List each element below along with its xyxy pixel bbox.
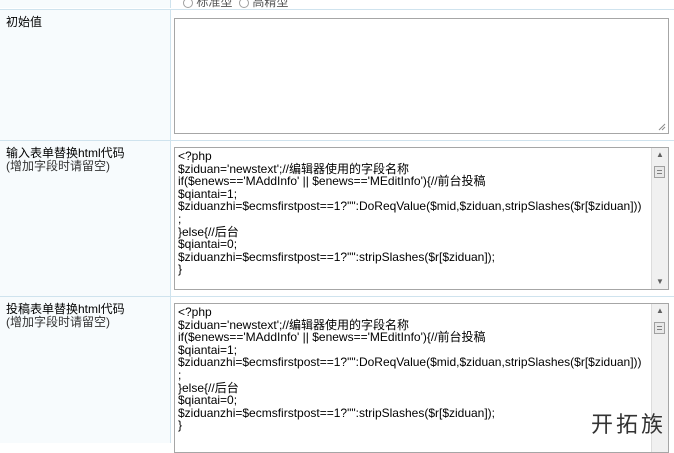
row-label-cell bbox=[0, 0, 171, 8]
row-input-form-html: 输入表单替换html代码 (增加字段时请留空) <?php $ziduan='n… bbox=[0, 140, 674, 296]
input-form-html-code: <?php $ziduan='newstext';//编辑器使用的字段名称 if… bbox=[178, 149, 642, 277]
scroll-up-icon[interactable]: ▲ bbox=[654, 306, 666, 316]
hint-submit-form-html: (增加字段时请留空) bbox=[6, 315, 110, 329]
resize-grip-icon[interactable] bbox=[658, 123, 666, 131]
radio-standard-label: 标准型 bbox=[196, 0, 233, 8]
scroll-thumb[interactable] bbox=[654, 322, 665, 334]
value-cell-input-form-html: <?php $ziduan='newstext';//编辑器使用的字段名称 if… bbox=[171, 141, 674, 296]
submit-form-html-code: <?php $ziduan='newstext';//编辑器使用的字段名称 if… bbox=[178, 305, 642, 433]
type-options: 标准型 高精型 bbox=[183, 0, 288, 8]
row-submit-form-html: 投稿表单替换html代码 (增加字段时请留空) <?php $ziduan='n… bbox=[0, 296, 674, 453]
scroll-down-icon[interactable]: ▼ bbox=[654, 277, 666, 287]
scroll-up-icon[interactable]: ▲ bbox=[654, 150, 666, 160]
row-type-options: 标准型 高精型 bbox=[0, 0, 674, 8]
radio-standard[interactable] bbox=[183, 0, 193, 8]
label-cell-input-form-html: 输入表单替换html代码 (增加字段时请留空) bbox=[0, 141, 171, 296]
label-cell-submit-form-html: 投稿表单替换html代码 (增加字段时请留空) bbox=[0, 297, 171, 443]
hint-input-form-html: (增加字段时请留空) bbox=[6, 159, 110, 173]
input-form-html-textarea[interactable]: <?php $ziduan='newstext';//编辑器使用的字段名称 if… bbox=[174, 147, 669, 290]
vertical-scrollbar[interactable]: ▲ ▼ bbox=[651, 148, 668, 289]
form-table: 标准型 高精型 初始值 输入表单替换html代码 (增加字段时请留空) <?ph… bbox=[0, 0, 674, 453]
initial-value-textarea[interactable] bbox=[174, 18, 669, 134]
value-cell-initial-value bbox=[171, 10, 674, 140]
watermark-logo: 开拓族 bbox=[590, 413, 666, 438]
radio-high-precision-label: 高精型 bbox=[252, 0, 289, 8]
label-cell-initial-value: 初始值 bbox=[0, 10, 171, 140]
label-initial-value: 初始值 bbox=[6, 15, 43, 29]
scroll-thumb[interactable] bbox=[654, 166, 665, 178]
row-value-cell: 标准型 高精型 bbox=[171, 0, 674, 8]
row-initial-value: 初始值 bbox=[0, 9, 674, 140]
radio-high-precision[interactable] bbox=[239, 0, 250, 8]
